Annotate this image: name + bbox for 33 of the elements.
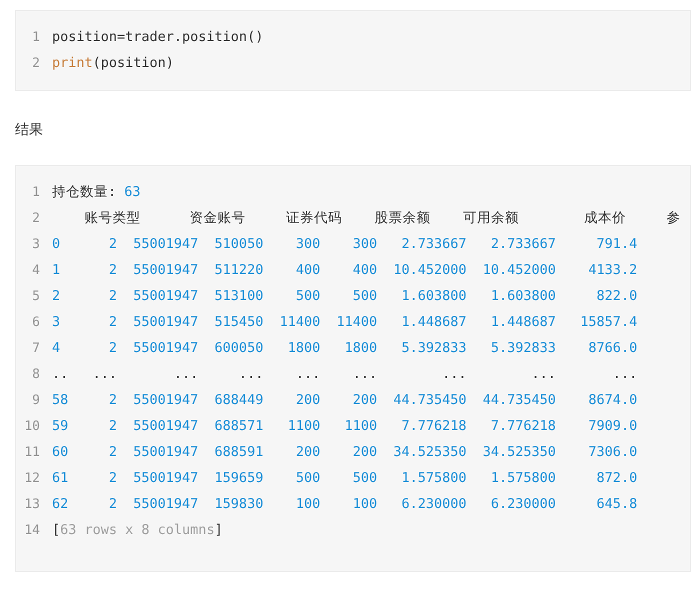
line-number: 6 xyxy=(31,314,40,330)
code-line: 62 2 55001947 159830 100 100 6.230000 6.230000 645.8 xyxy=(52,496,638,512)
code-line: 3 2 55001947 515450 11400 11400 1.448687 1.448687 15857.4 xyxy=(52,314,638,330)
code-line: 58 2 55001947 688449 200 200 44.735450 44.735450 8674.0 xyxy=(52,392,638,408)
line-number: 9 xyxy=(31,392,40,408)
line-number: 4 xyxy=(31,262,40,278)
code-line: print(position) xyxy=(52,55,174,71)
code-line: 1 2 55001947 511220 400 400 10.452000 10.452000 4133.2 xyxy=(52,262,638,278)
code-line: 0 2 55001947 510050 300 300 2.733667 2.733667 791.4 xyxy=(52,236,638,252)
code-line: 59 2 55001947 688571 1100 1100 7.776218 7.776218 7909.0 xyxy=(52,418,638,434)
line-number: 1 xyxy=(31,30,40,44)
code-line: 60 2 55001947 688591 200 200 34.525350 34.525350 7306.0 xyxy=(52,444,638,460)
code-line: .. ... ... ... ... ... ... ... ... xyxy=(52,366,638,382)
line-number: 7 xyxy=(31,340,40,356)
line-number: 12 xyxy=(23,470,40,486)
line-number: 3 xyxy=(31,236,40,252)
code-line: 61 2 55001947 159659 500 500 1.575800 1.575800 872.0 xyxy=(52,470,638,486)
line-number: 13 xyxy=(23,496,40,512)
line-number: 10 xyxy=(23,418,40,434)
code-line: 账号类型 资金账号 证券代码 股票余额 可用余额 成本价 参 xyxy=(84,209,681,227)
line-number: 14 xyxy=(23,522,40,538)
code-line: position=trader.position() xyxy=(52,29,264,45)
section-heading: 结果 xyxy=(15,121,44,139)
line-number: 1 xyxy=(31,184,40,200)
line-number: 11 xyxy=(23,444,40,460)
code-line: [63 rows x 8 columns] xyxy=(52,522,223,538)
line-number: 2 xyxy=(31,210,40,226)
line-number: 5 xyxy=(31,288,40,304)
line-number: 8 xyxy=(31,366,40,382)
code-line: 4 2 55001947 600050 1800 1800 5.392833 5.392833 8766.0 xyxy=(52,340,638,356)
code-line: 2 2 55001947 513100 500 500 1.603800 1.603800 822.0 xyxy=(52,288,638,304)
code-line: 持仓数量: 63 xyxy=(52,183,141,201)
line-number: 2 xyxy=(31,56,40,70)
